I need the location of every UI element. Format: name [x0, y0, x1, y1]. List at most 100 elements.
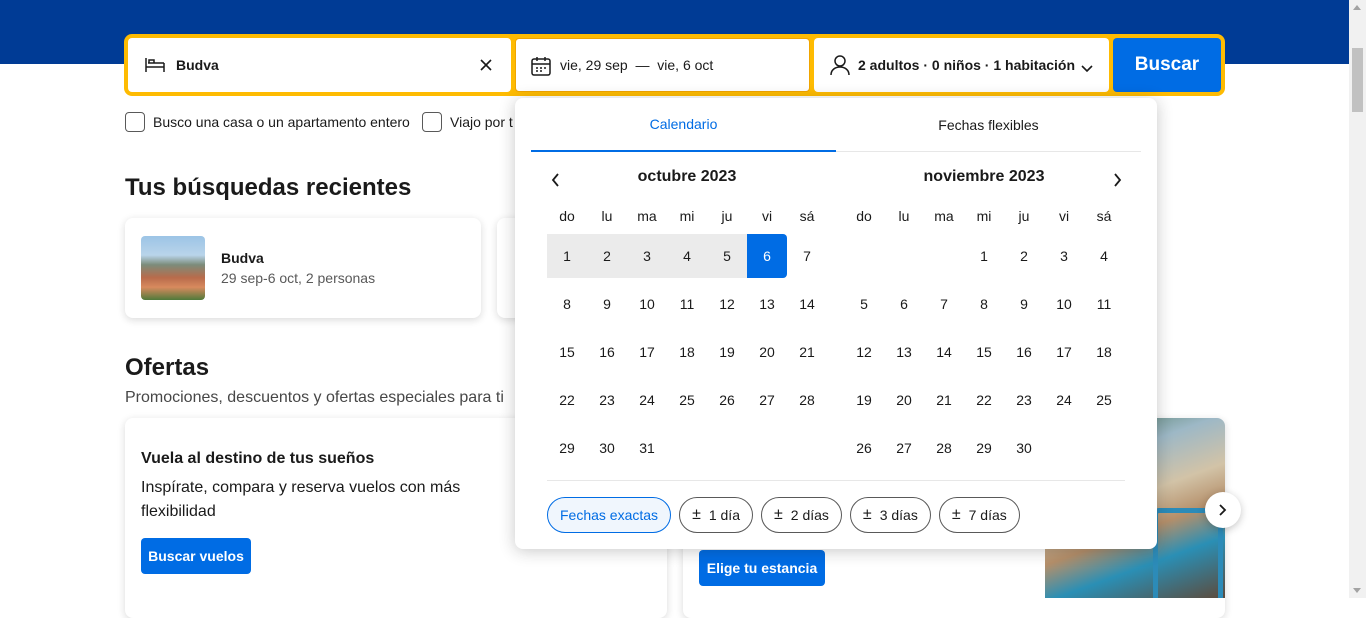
calendar-day[interactable]: 10 [1044, 282, 1084, 326]
choose-stay-button[interactable]: Elige tu estancia [699, 550, 825, 586]
person-icon [830, 54, 850, 81]
weekday-label: ju [721, 208, 733, 224]
recent-title: Budva [221, 250, 264, 266]
calendar-day[interactable]: 27 [747, 378, 787, 422]
calendar-day[interactable]: 22 [547, 378, 587, 422]
calendar-icon [530, 55, 552, 82]
search-flights-button[interactable]: Buscar vuelos [141, 538, 251, 574]
calendar-day[interactable]: 28 [787, 378, 827, 422]
calendar-day[interactable]: 7 [924, 282, 964, 326]
guests-field[interactable]: 2 adultos · 0 niños · 1 habitación [814, 38, 1109, 92]
calendar-day[interactable]: 18 [667, 330, 707, 374]
calendar-day[interactable]: 25 [667, 378, 707, 422]
calendar-day[interactable]: 11 [1084, 282, 1124, 326]
calendar-day[interactable]: 7 [787, 234, 827, 278]
offers-heading: Ofertas [125, 354, 210, 381]
calendar-day[interactable]: 1 [964, 234, 1004, 278]
destination-field[interactable]: Budva [128, 38, 511, 92]
calendar-day[interactable]: 19 [707, 330, 747, 374]
flex-days-chip[interactable]: ±3 días [849, 497, 931, 533]
calendar-day[interactable]: 3 [627, 234, 667, 278]
calendar-day[interactable]: 20 [747, 330, 787, 374]
calendar-day[interactable]: 3 [1044, 234, 1084, 278]
calendar-day[interactable]: 21 [787, 330, 827, 374]
scroll-down-icon[interactable] [1353, 588, 1361, 593]
calendar-day[interactable]: 15 [964, 330, 1004, 374]
whole-home-checkbox[interactable]: Busco una casa o un apartamento entero [125, 112, 410, 132]
calendar-day[interactable]: 2 [587, 234, 627, 278]
work-trip-checkbox[interactable]: Viajo por t [422, 112, 513, 132]
dates-field[interactable]: vie, 29 sep — vie, 6 oct [515, 38, 810, 92]
flexibility-chips: Fechas exactas ±1 día ±2 días ±3 días ±7 día… [547, 497, 1020, 533]
tab-calendar[interactable]: Calendario [531, 98, 836, 152]
tab-flexible-dates[interactable]: Fechas flexibles [836, 98, 1141, 152]
calendar-day[interactable]: 13 [884, 330, 924, 374]
search-button[interactable]: Buscar [1113, 38, 1221, 92]
flex-days-chip[interactable]: ±7 días [938, 497, 1020, 533]
calendar-day[interactable]: 5 [844, 282, 884, 326]
exact-dates-chip[interactable]: Fechas exactas [547, 497, 672, 533]
weekday-label: ma [934, 208, 954, 224]
flex-days-chip[interactable]: ±1 día [679, 497, 753, 533]
scrollbar[interactable] [1349, 0, 1366, 598]
calendar-day[interactable]: 9 [587, 282, 627, 326]
checkbox-box[interactable] [422, 112, 442, 132]
calendar-day[interactable]: 29 [547, 426, 587, 470]
calendar-day[interactable]: 23 [1004, 378, 1044, 422]
calendar-day[interactable]: 17 [627, 330, 667, 374]
calendar-day[interactable]: 30 [587, 426, 627, 470]
calendar-day[interactable]: 4 [667, 234, 707, 278]
offer-description: Inspírate, compara y reserva vuelos con … [141, 479, 461, 520]
calendar-day[interactable]: 4 [1084, 234, 1124, 278]
calendar-day[interactable]: 12 [707, 282, 747, 326]
calendar-day[interactable]: 27 [884, 426, 924, 470]
calendar-day[interactable]: 22 [964, 378, 1004, 422]
month-title: noviembre 2023 [923, 168, 1045, 185]
calendar-day[interactable]: 24 [1044, 378, 1084, 422]
calendar-day[interactable]: 29 [964, 426, 1004, 470]
calendar-day[interactable]: 28 [924, 426, 964, 470]
calendar-day[interactable]: 11 [667, 282, 707, 326]
calendar-day[interactable]: 18 [1084, 330, 1124, 374]
calendar-day[interactable]: 21 [924, 378, 964, 422]
clear-icon[interactable] [479, 58, 493, 77]
calendar-day[interactable]: 15 [547, 330, 587, 374]
calendar-day[interactable]: 23 [587, 378, 627, 422]
divider [547, 480, 1125, 481]
calendar-day[interactable]: 10 [627, 282, 667, 326]
calendar-day[interactable]: 26 [844, 426, 884, 470]
calendar-day[interactable]: 1 [547, 234, 587, 278]
scrollbar-thumb[interactable] [1352, 48, 1363, 112]
calendar-day[interactable]: 16 [1004, 330, 1044, 374]
dates-value: vie, 29 sep — vie, 6 oct [560, 57, 714, 73]
calendar-day[interactable]: 8 [547, 282, 587, 326]
calendar-day[interactable]: 17 [1044, 330, 1084, 374]
calendar-day[interactable]: 25 [1084, 378, 1124, 422]
calendar-day[interactable]: 30 [1004, 426, 1044, 470]
scroll-up-icon[interactable] [1353, 5, 1361, 10]
calendar-day[interactable]: 13 [747, 282, 787, 326]
calendar-day[interactable]: 12 [844, 330, 884, 374]
checkbox-box[interactable] [125, 112, 145, 132]
calendar-day[interactable]: 14 [924, 330, 964, 374]
calendar-day[interactable]: 19 [844, 378, 884, 422]
calendar-day[interactable]: 9 [1004, 282, 1044, 326]
weekday-label: mi [679, 208, 695, 224]
calendar-day[interactable]: 6 [884, 282, 924, 326]
calendar-day[interactable]: 26 [707, 378, 747, 422]
calendar-day[interactable]: 6 [747, 234, 787, 278]
flex-days-chip[interactable]: ±2 días [760, 497, 842, 533]
weekday-label: ju [1018, 208, 1030, 224]
calendar-day[interactable]: 8 [964, 282, 1004, 326]
weekday-label: sá [1096, 208, 1112, 224]
recent-search-card[interactable]: Budva 29 sep-6 oct, 2 personas [125, 218, 481, 318]
calendar-day[interactable]: 31 [627, 426, 667, 470]
calendar-day[interactable]: 2 [1004, 234, 1044, 278]
calendar-day[interactable]: 16 [587, 330, 627, 374]
calendar-day[interactable]: 20 [884, 378, 924, 422]
calendar-day[interactable]: 5 [707, 234, 747, 278]
work-trip-label: Viajo por t [450, 114, 513, 130]
calendar-day[interactable]: 14 [787, 282, 827, 326]
carousel-next-button[interactable] [1205, 492, 1241, 528]
calendar-day[interactable]: 24 [627, 378, 667, 422]
